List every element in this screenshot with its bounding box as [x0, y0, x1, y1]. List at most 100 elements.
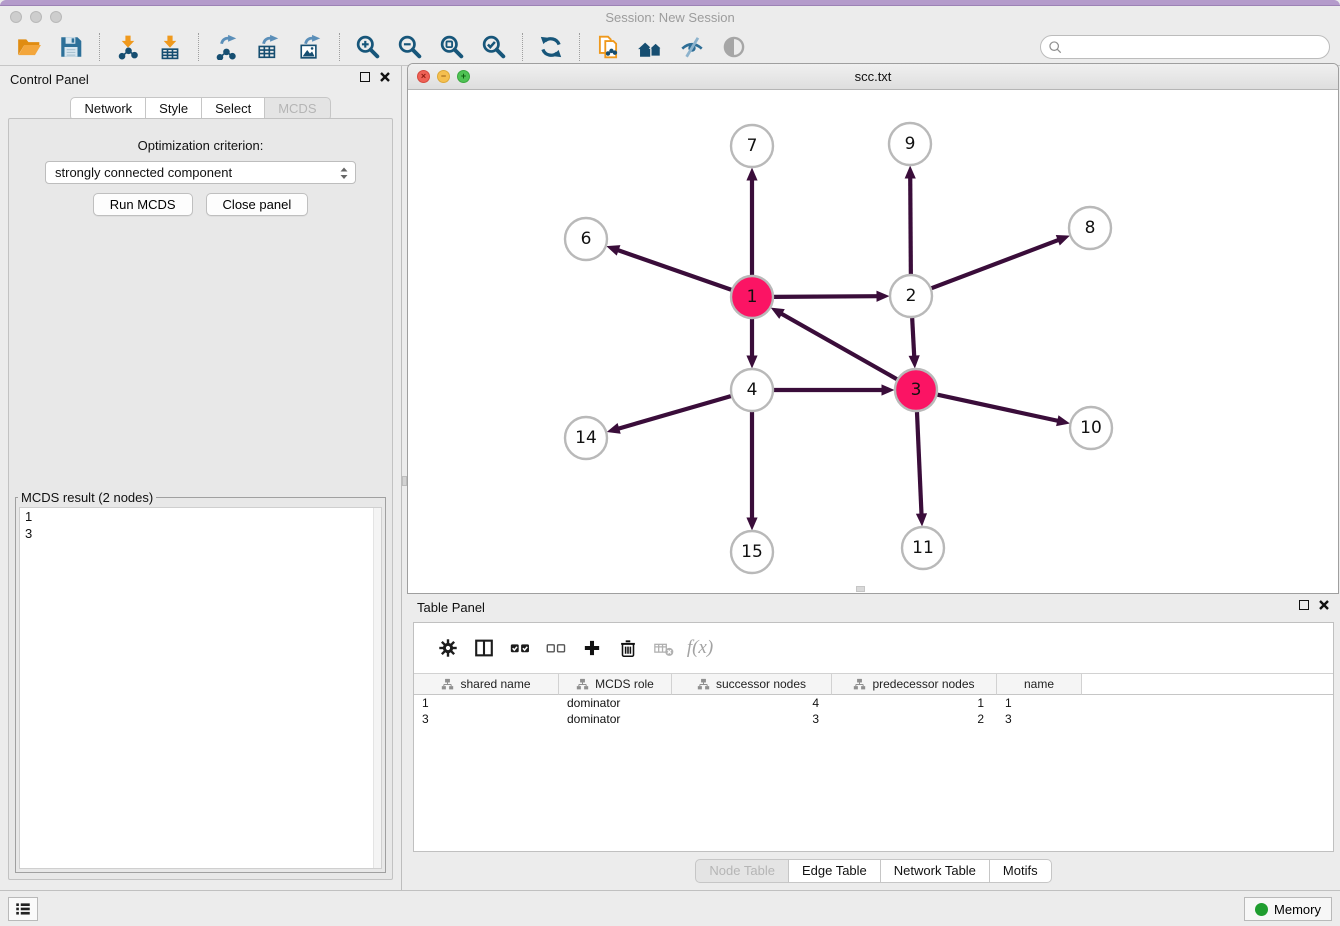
table-cell[interactable]: dominator [559, 695, 672, 711]
graph-edge-1-6[interactable] [617, 250, 731, 290]
clone-network-button[interactable] [591, 31, 625, 63]
float-table-panel-icon[interactable] [1299, 600, 1309, 610]
zoom-selected-icon [481, 34, 507, 60]
table-toolbar: f(x) [414, 623, 1333, 673]
graph-node-label-8: 8 [1085, 218, 1096, 238]
save-session-icon [58, 34, 84, 60]
column-header-name[interactable]: name [997, 674, 1082, 695]
table-cell[interactable]: 3 [414, 711, 559, 727]
maximize-network-window-button[interactable]: + [457, 70, 470, 83]
apply-layout-icon [538, 34, 564, 60]
table-row[interactable]: 1dominator411 [414, 695, 1333, 711]
column-header-predecessor-nodes[interactable]: predecessor nodes [832, 674, 997, 695]
table-row[interactable]: 3dominator323 [414, 711, 1333, 727]
apply-layout-button[interactable] [534, 31, 568, 63]
table-cell[interactable]: 4 [672, 695, 832, 711]
export-table-button[interactable] [252, 31, 286, 63]
zoom-selected-button[interactable] [477, 31, 511, 63]
table-cell[interactable]: 3 [997, 711, 1082, 727]
column-settings-button[interactable] [430, 630, 466, 666]
tab-network-table[interactable]: Network Table [880, 859, 990, 883]
close-panel-icon[interactable] [379, 71, 391, 83]
home-button[interactable] [633, 31, 667, 63]
graph-edge-2-9[interactable] [910, 177, 911, 274]
float-panel-icon[interactable] [360, 72, 370, 82]
column-header-shared-name[interactable]: shared name [414, 674, 559, 695]
graph-edge-4-14[interactable] [618, 396, 731, 429]
graph-edge-3-10[interactable] [937, 395, 1058, 421]
open-file-button[interactable] [12, 31, 46, 63]
show-columns-button[interactable] [466, 630, 502, 666]
network-graph[interactable]: 7968124314101511 [408, 90, 1338, 593]
graph-node-label-10: 10 [1080, 418, 1102, 438]
network-window-titlebar[interactable]: × − + scc.txt [408, 64, 1338, 90]
graph-edge-1-2[interactable] [774, 296, 878, 297]
mcds-result-line: 3 [20, 525, 381, 542]
add-entry-button[interactable] [574, 630, 610, 666]
table-tabs: Node TableEdge TableNetwork TableMotifs [407, 859, 1340, 883]
eye-disabled-icon [721, 34, 747, 60]
column-header-successor-nodes[interactable]: successor nodes [672, 674, 832, 695]
table-cell[interactable]: 1 [414, 695, 559, 711]
zoom-out-button[interactable] [393, 31, 427, 63]
graph-edge-3-1[interactable] [781, 313, 897, 379]
column-header-filler [1082, 674, 1333, 695]
column-header-MCDS-role[interactable]: MCDS role [559, 674, 672, 695]
result-scrollbar[interactable] [373, 508, 381, 868]
task-history-button[interactable] [8, 897, 38, 921]
home-icon [637, 34, 663, 60]
minimize-network-window-button[interactable]: − [437, 70, 450, 83]
table-cell[interactable]: 1 [832, 695, 997, 711]
network-canvas[interactable]: 7968124314101511 [408, 90, 1338, 593]
toggle-panels-button[interactable] [675, 31, 709, 63]
graph-node-label-11: 11 [912, 538, 934, 558]
close-network-window-button[interactable]: × [417, 70, 430, 83]
export-network-button[interactable] [210, 31, 244, 63]
close-panel-button[interactable]: Close panel [206, 193, 309, 216]
tab-node-table[interactable]: Node Table [695, 859, 789, 883]
delete-entry-button[interactable] [610, 630, 646, 666]
save-session-button[interactable] [54, 31, 88, 63]
tab-edge-table[interactable]: Edge Table [788, 859, 881, 883]
table-cell[interactable]: dominator [559, 711, 672, 727]
import-network-button[interactable] [111, 31, 145, 63]
tab-motifs[interactable]: Motifs [989, 859, 1052, 883]
search-box[interactable] [1040, 35, 1330, 59]
graph-arrowhead-1-6 [606, 245, 620, 256]
table-panel: Table Panel f(x) shared name MCDS rolesuc… [407, 594, 1340, 890]
export-image-button[interactable] [294, 31, 328, 63]
export-network-icon [214, 34, 240, 60]
zoom-in-button[interactable] [351, 31, 385, 63]
graph-node-label-6: 6 [581, 229, 592, 249]
select-all-button[interactable] [502, 630, 538, 666]
zoom-fit-button[interactable] [435, 31, 469, 63]
table-panel-title: Table Panel [417, 600, 485, 615]
open-file-icon [16, 34, 42, 60]
graph-edge-2-8[interactable] [932, 240, 1060, 288]
dropdown-stepper-icon [338, 166, 350, 181]
deselect-all-button[interactable] [538, 630, 574, 666]
graph-edge-2-3[interactable] [912, 318, 914, 357]
close-table-panel-icon[interactable] [1318, 599, 1330, 611]
graph-node-label-14: 14 [575, 428, 597, 448]
mcds-result-lines: 13 [20, 508, 381, 542]
import-table-button[interactable] [153, 31, 187, 63]
optimization-criterion-dropdown[interactable]: strongly connected component [45, 161, 356, 184]
mcds-result-textarea[interactable]: 13 [19, 507, 382, 869]
search-input[interactable] [1063, 37, 1329, 57]
canvas-scroll-hint[interactable] [856, 586, 865, 592]
graph-arrowhead-1-4 [746, 356, 757, 369]
import-table-icon [157, 34, 183, 60]
graph-node-label-3: 3 [911, 380, 922, 400]
run-mcds-button[interactable]: Run MCDS [93, 193, 193, 216]
graph-edge-3-11[interactable] [917, 412, 922, 515]
table-cell[interactable]: 1 [997, 695, 1082, 711]
column-header-label: shared name [460, 677, 530, 691]
graph-node-label-1: 1 [747, 287, 758, 307]
table-cell[interactable]: 2 [832, 711, 997, 727]
main-toolbar [0, 28, 1340, 66]
function-builder-icon: f(x) [687, 637, 713, 659]
graph-node-label-15: 15 [741, 542, 763, 562]
table-cell[interactable]: 3 [672, 711, 832, 727]
memory-button[interactable]: Memory [1244, 897, 1332, 921]
